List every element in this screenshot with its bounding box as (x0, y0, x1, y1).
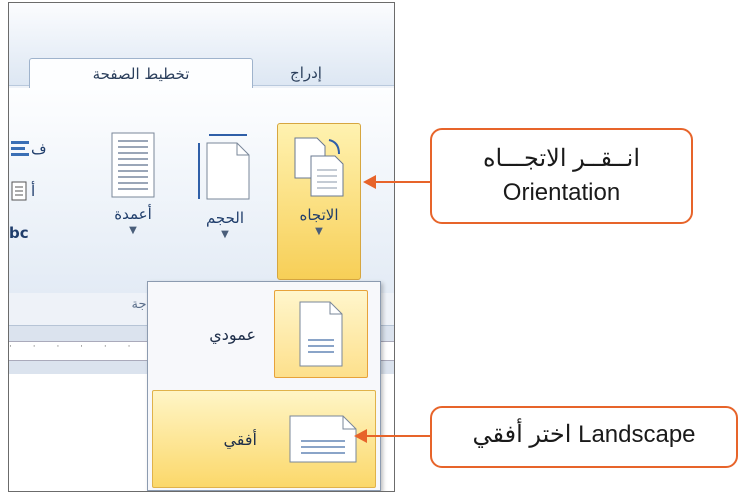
callout-landscape-text: اختر أفقي Landscape (472, 421, 696, 448)
chevron-down-icon: ▼ (221, 229, 229, 240)
line-numbers-icon (11, 181, 27, 201)
small-tools: ف أ bc (9, 128, 69, 254)
columns-icon (111, 132, 155, 198)
portrait-icon-frame (274, 290, 368, 378)
columns-label: أعمدة (114, 205, 152, 223)
orientation-label: الاتجاه (299, 206, 339, 224)
callout-orientation: انــقــر الاتجـــاه Orientation (430, 128, 693, 224)
hyphenation-label: bc (9, 224, 29, 242)
landscape-page-icon (289, 415, 357, 463)
callout-arrow-orientation (363, 175, 431, 189)
orientation-icon (294, 137, 344, 197)
callout-landscape: اختر أفقي Landscape (430, 406, 738, 468)
callout-orientation-english: Orientation (502, 179, 621, 206)
callout-orientation-arabic: انــقــر الاتجـــاه (482, 145, 641, 172)
orientation-button[interactable]: الاتجاه ▼ (277, 123, 361, 280)
hyphenation-tool[interactable]: bc (9, 212, 69, 254)
size-label: الحجم (205, 209, 245, 227)
chevron-down-icon: ▼ (315, 226, 323, 237)
menu-item-landscape[interactable]: أفقي (152, 390, 376, 488)
small-tool-label: أ (31, 182, 36, 200)
menu-item-portrait[interactable]: عمودي (152, 286, 374, 382)
word-screenshot: تخطيط الصفحة إدراج ف أ bc أعمدة ▼ الحجم … (8, 2, 395, 492)
orientation-menu: عمودي أفقي (147, 281, 381, 491)
tab-insert[interactable]: إدراج (271, 58, 341, 88)
margins-tool[interactable]: ف (9, 128, 69, 170)
small-tool-label: ف (31, 140, 47, 158)
callout-arrow-landscape (354, 429, 431, 443)
portrait-label: عمودي (209, 324, 256, 344)
chevron-down-icon: ▼ (129, 225, 137, 236)
page-size-icon (198, 134, 250, 200)
line-numbers-tool[interactable]: أ (9, 170, 69, 212)
align-icon (11, 141, 29, 156)
landscape-label: أفقي (223, 429, 257, 449)
portrait-page-icon (299, 301, 343, 367)
columns-button[interactable]: أعمدة ▼ (97, 131, 169, 236)
tab-page-layout[interactable]: تخطيط الصفحة (29, 58, 253, 89)
size-button[interactable]: الحجم ▼ (189, 131, 261, 240)
